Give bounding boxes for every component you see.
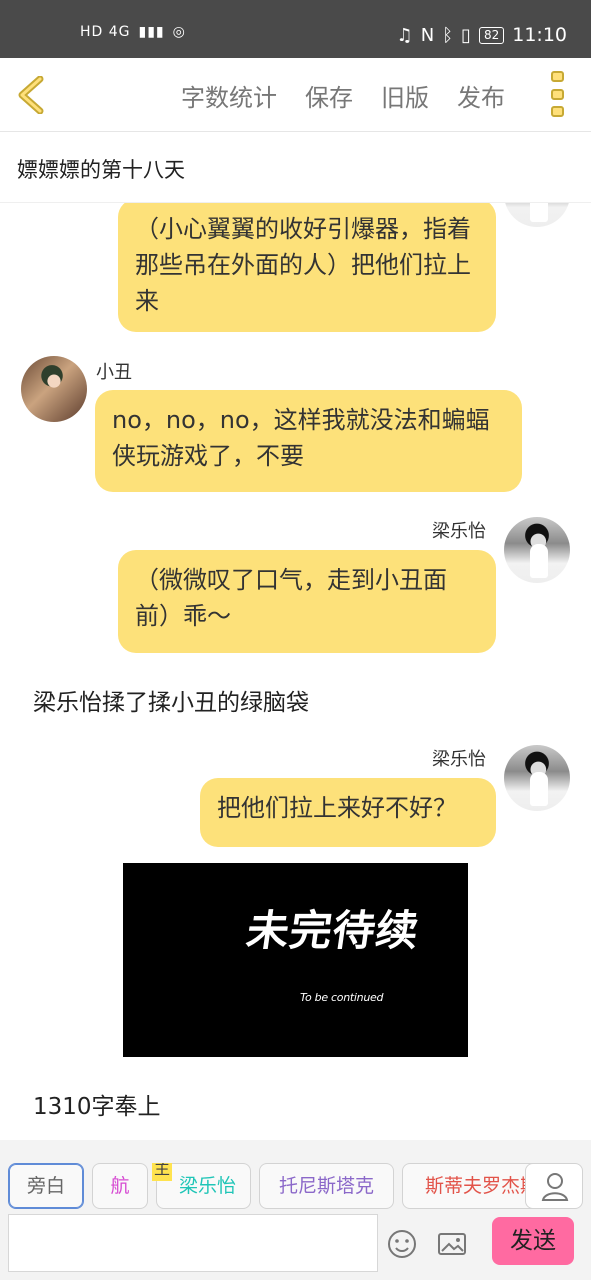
user-avatar[interactable]	[504, 517, 570, 583]
main-role-badge: 主	[152, 1163, 172, 1181]
headphone-icon: ♫	[396, 24, 413, 46]
message-input[interactable]	[8, 1214, 378, 1272]
top-actions: 字数统计 保存 旧版 发布	[181, 78, 505, 113]
circle-icon: ◎	[172, 24, 186, 40]
save-button[interactable]: 保存	[305, 78, 353, 113]
old-version-button[interactable]: 旧版	[381, 78, 429, 113]
role-hang[interactable]: 航	[92, 1163, 148, 1209]
image-subtitle: To be continued	[300, 991, 384, 1004]
word-count-button[interactable]: 字数统计	[181, 78, 277, 113]
system-indicators: ♫ N ᛒ ▯ 82 11:10	[397, 24, 567, 46]
chat-area[interactable]: （小心翼翼的收好引爆器，指着那些吊在外面的人）把他们拉上来 小丑 no，no，n…	[0, 203, 591, 1140]
bluetooth-icon: ᛒ	[442, 24, 454, 46]
story-title: 嫖嫖嫖的第十八天	[17, 158, 185, 182]
image-title: 未完待续	[243, 906, 423, 955]
speaker-name: 小丑	[96, 362, 132, 383]
message-bubble[interactable]: 把他们拉上来好不好？	[200, 778, 496, 847]
speaker-name: 梁乐怡	[432, 749, 486, 770]
speaker-name: 梁乐怡	[432, 521, 486, 542]
nfc-icon: N	[420, 24, 435, 46]
network-indicators: HD 4G ▮▮▮ ◎	[80, 24, 186, 40]
back-icon[interactable]	[14, 75, 48, 115]
role-tony-stark[interactable]: 托尼斯塔克	[259, 1163, 394, 1209]
composer-panel: 旁白 航 梁乐怡 托尼斯塔克 斯蒂夫罗杰斯 主 发送	[0, 1140, 591, 1280]
top-toolbar: 字数统计 保存 旧版 发布	[0, 58, 591, 132]
clock: 11:10	[512, 24, 567, 46]
message-bubble[interactable]: no，no，no，这样我就没法和蝙蝠侠玩游戏了，不要	[95, 390, 522, 492]
profile-icon[interactable]	[525, 1163, 583, 1209]
send-button[interactable]: 发送	[492, 1217, 574, 1265]
publish-button[interactable]: 发布	[457, 78, 505, 113]
network-text: HD 4G	[80, 24, 131, 40]
chat-story-editor: HD 4G ▮▮▮ ◎ ♫ N ᛒ ▯ 82 11:10 字数统计 保存 旧版 …	[0, 0, 591, 1280]
user-avatar[interactable]	[504, 745, 570, 811]
story-title-bar: 嫖嫖嫖的第十八天	[0, 133, 591, 203]
image-icon[interactable]	[436, 1228, 468, 1260]
role-narration[interactable]: 旁白	[8, 1163, 84, 1209]
battery-level: 82	[478, 26, 505, 44]
joker-avatar[interactable]	[21, 356, 87, 422]
vibration-icon: ▯	[461, 24, 471, 46]
role-selector: 旁白 航 梁乐怡 托尼斯塔克 斯蒂夫罗杰斯 主	[8, 1163, 591, 1211]
message-bubble[interactable]: （小心翼翼的收好引爆器，指着那些吊在外面的人）把他们拉上来	[118, 203, 496, 332]
signal-icon: ▮▮▮	[138, 24, 165, 40]
story-image[interactable]: 未完待续 To be continued	[123, 863, 468, 1057]
narration-text[interactable]: 梁乐怡揉了揉小丑的绿脑袋	[33, 683, 309, 717]
emoji-icon[interactable]	[386, 1228, 418, 1260]
user-avatar[interactable]	[504, 203, 570, 227]
message-bubble[interactable]: （微微叹了口气，走到小丑面前）乖～	[118, 550, 496, 653]
narration-text[interactable]: 1310字奉上	[33, 1087, 161, 1121]
more-menu-icon[interactable]	[551, 71, 567, 117]
status-bar: HD 4G ▮▮▮ ◎ ♫ N ᛒ ▯ 82 11:10	[0, 0, 591, 58]
